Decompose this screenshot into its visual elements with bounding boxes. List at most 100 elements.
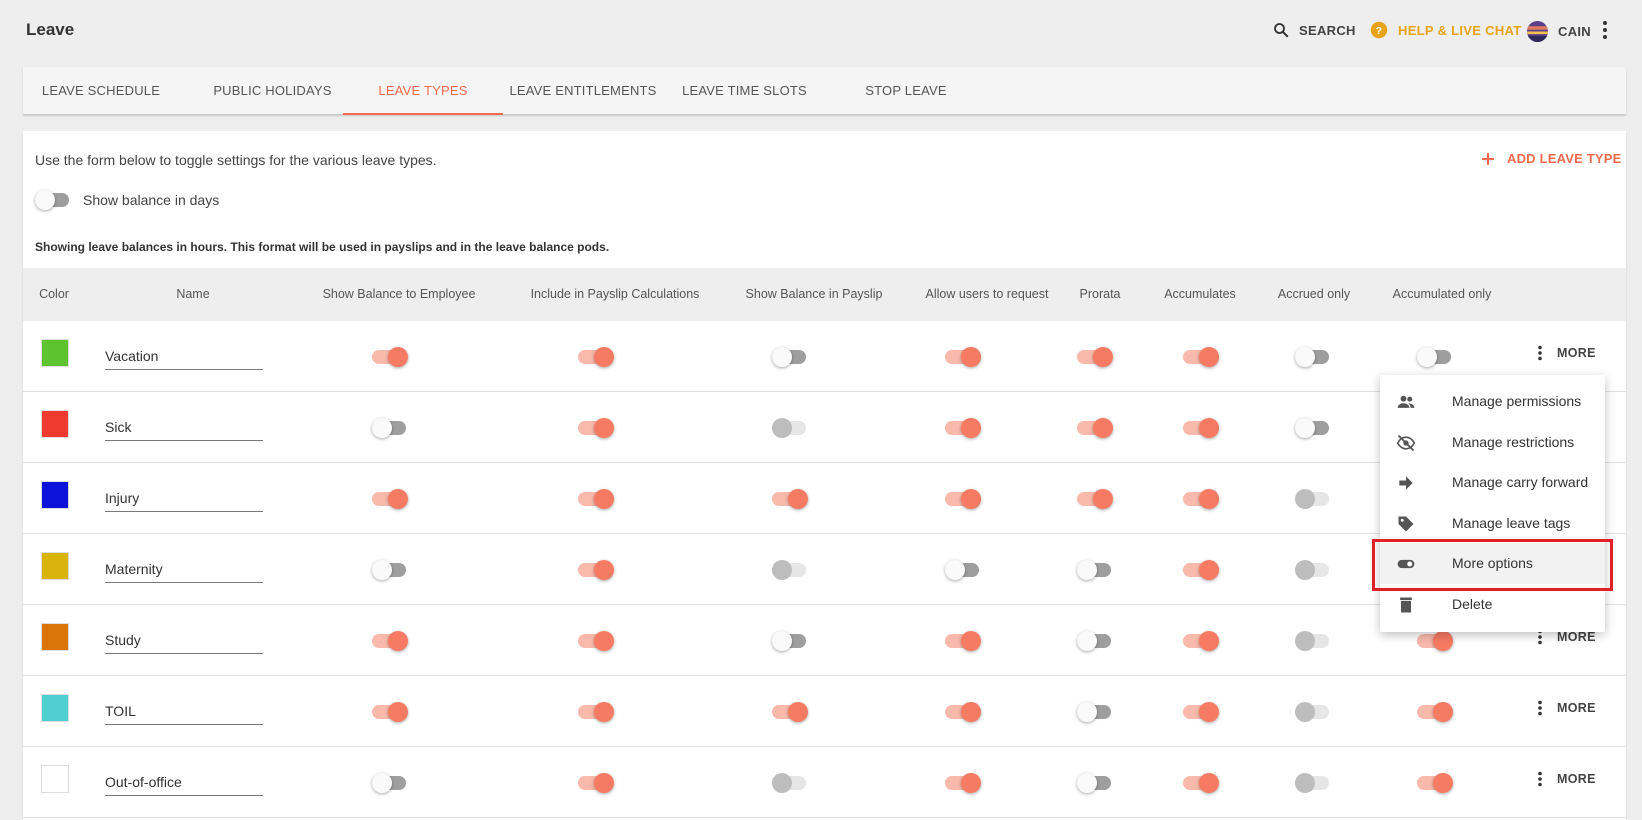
toggle-include-payslip-calc[interactable] (578, 559, 614, 580)
toggle-accumulated-only[interactable] (1417, 346, 1453, 367)
color-swatch[interactable] (41, 765, 69, 793)
toggle-show-balance-payslip[interactable] (772, 630, 808, 651)
toggle-show-balance-employee[interactable] (372, 417, 408, 438)
color-swatch[interactable] (41, 623, 69, 651)
user-name: CAIN (1558, 24, 1591, 39)
column-header: Include in Payslip Calculations (530, 287, 700, 301)
tab-leave-schedule[interactable]: LEAVE SCHEDULE (23, 67, 179, 115)
toggle-allow-request[interactable] (945, 488, 981, 509)
show-balance-days-toggle[interactable] (35, 190, 71, 210)
plus-icon (1482, 152, 1494, 165)
toggle-allow-request[interactable] (945, 346, 981, 367)
toggle-prorata[interactable] (1077, 772, 1113, 793)
toggle-prorata[interactable] (1077, 630, 1113, 651)
toggle-show-balance-payslip[interactable] (772, 701, 808, 722)
search-button[interactable]: SEARCH (1272, 21, 1356, 39)
toggle-cell-allow-request (938, 392, 988, 463)
toggle-include-payslip-calc[interactable] (578, 346, 614, 367)
toggle-accrued-only[interactable] (1295, 417, 1331, 438)
toggle-allow-request[interactable] (945, 559, 981, 580)
toggle-accumulates[interactable] (1183, 772, 1219, 793)
toggle-show-balance-payslip[interactable] (772, 488, 808, 509)
toggle-accumulates[interactable] (1183, 701, 1219, 722)
color-swatch[interactable] (41, 694, 69, 722)
more-button[interactable]: MORE (1537, 771, 1596, 787)
toggle-cell-accrued-only (1288, 321, 1338, 392)
toggle-cell-prorata (1070, 747, 1120, 818)
toggle-allow-request[interactable] (945, 417, 981, 438)
toggle-cell-prorata (1070, 392, 1120, 463)
toggle-prorata[interactable] (1077, 488, 1113, 509)
toggle-accumulates[interactable] (1183, 630, 1219, 651)
toggle-include-payslip-calc[interactable] (578, 417, 614, 438)
leave-name-field[interactable]: Vacation (105, 344, 263, 370)
toggle-show-balance-employee[interactable] (372, 559, 408, 580)
leave-name-field[interactable]: Out-of-office (105, 770, 263, 796)
color-swatch[interactable] (41, 410, 69, 438)
help-chat-button[interactable]: ? HELP & LIVE CHAT (1370, 21, 1522, 39)
leave-name-field[interactable]: Injury (105, 486, 263, 512)
toggle-accumulates[interactable] (1183, 559, 1219, 580)
more-vert-icon[interactable] (1600, 20, 1610, 40)
toggle-show-balance-employee[interactable] (372, 488, 408, 509)
tab-public-holidays[interactable]: PUBLIC HOLIDAYS (179, 67, 366, 115)
toggle-accrued-only (1295, 630, 1331, 651)
menu-item-label: Manage leave tags (1452, 514, 1571, 531)
toggle-prorata[interactable] (1077, 559, 1113, 580)
toggle-cell-accrued-only (1288, 676, 1338, 747)
leave-name-field[interactable]: Maternity (105, 557, 263, 583)
toggle-show-balance-employee[interactable] (372, 772, 408, 793)
more-label: MORE (1557, 630, 1596, 644)
tag-icon (1398, 516, 1414, 531)
help-label: HELP & LIVE CHAT (1398, 22, 1522, 38)
toggle-accumulated-only[interactable] (1417, 701, 1453, 722)
toggle-prorata[interactable] (1077, 346, 1113, 367)
toggle-include-payslip-calc[interactable] (578, 630, 614, 651)
toggle-accumulates[interactable] (1183, 417, 1219, 438)
toggle-cell-accrued-only (1288, 747, 1338, 818)
menu-item-manage-permissions[interactable]: Manage permissions (1380, 381, 1605, 422)
add-leave-type-button[interactable]: ADD LEAVE TYPE (1481, 151, 1622, 166)
toggle-accumulates[interactable] (1183, 488, 1219, 509)
leave-name-field[interactable]: Study (105, 628, 263, 654)
toggle-include-payslip-calc[interactable] (578, 772, 614, 793)
toggle-accrued-only[interactable] (1295, 346, 1331, 367)
tab-leave-entitlements[interactable]: LEAVE ENTITLEMENTS (503, 67, 663, 115)
toggle-cell-show-balance-employee (365, 392, 415, 463)
toggle-include-payslip-calc[interactable] (578, 488, 614, 509)
toggle-include-payslip-calc[interactable] (578, 701, 614, 722)
user-menu[interactable]: CAIN (1527, 21, 1591, 42)
toggle-cell-prorata (1070, 321, 1120, 392)
toggle-allow-request[interactable] (945, 772, 981, 793)
color-swatch[interactable] (41, 339, 69, 367)
toggle-prorata[interactable] (1077, 417, 1113, 438)
toggle-cell-accumulates (1176, 676, 1226, 747)
toggle-prorata[interactable] (1077, 701, 1113, 722)
toggle-accumulates[interactable] (1183, 346, 1219, 367)
more-button[interactable]: MORE (1537, 700, 1596, 716)
menu-item-manage-leave-tags[interactable]: Manage leave tags (1380, 503, 1605, 544)
toggle-cell-allow-request (938, 747, 988, 818)
tab-leave-time-slots[interactable]: LEAVE TIME SLOTS (663, 67, 826, 115)
toggle-accumulated-only[interactable] (1417, 630, 1453, 651)
toggle-show-balance-employee[interactable] (372, 630, 408, 651)
toggle-accumulated-only[interactable] (1417, 772, 1453, 793)
toggle-cell-prorata (1070, 534, 1120, 605)
leave-name-field[interactable]: TOIL (105, 699, 263, 725)
toggle-show-balance-employee[interactable] (372, 701, 408, 722)
toggle-cell-show-balance-employee (365, 747, 415, 818)
color-swatch[interactable] (41, 552, 69, 580)
color-swatch[interactable] (41, 481, 69, 509)
toggle-show-balance-payslip[interactable] (772, 346, 808, 367)
toggle-show-balance-employee[interactable] (372, 346, 408, 367)
column-header: Accumulates (1164, 287, 1236, 301)
menu-item-manage-carry-forward[interactable]: Manage carry forward (1380, 462, 1605, 503)
leave-name-field[interactable]: Sick (105, 415, 263, 441)
tab-stop-leave[interactable]: STOP LEAVE (826, 67, 986, 115)
more-button[interactable]: MORE (1537, 345, 1596, 361)
help-icon: ? (1370, 21, 1388, 39)
tab-leave-types[interactable]: LEAVE TYPES (343, 67, 503, 115)
toggle-allow-request[interactable] (945, 630, 981, 651)
toggle-allow-request[interactable] (945, 701, 981, 722)
menu-item-manage-restrictions[interactable]: Manage restrictions (1380, 422, 1605, 463)
